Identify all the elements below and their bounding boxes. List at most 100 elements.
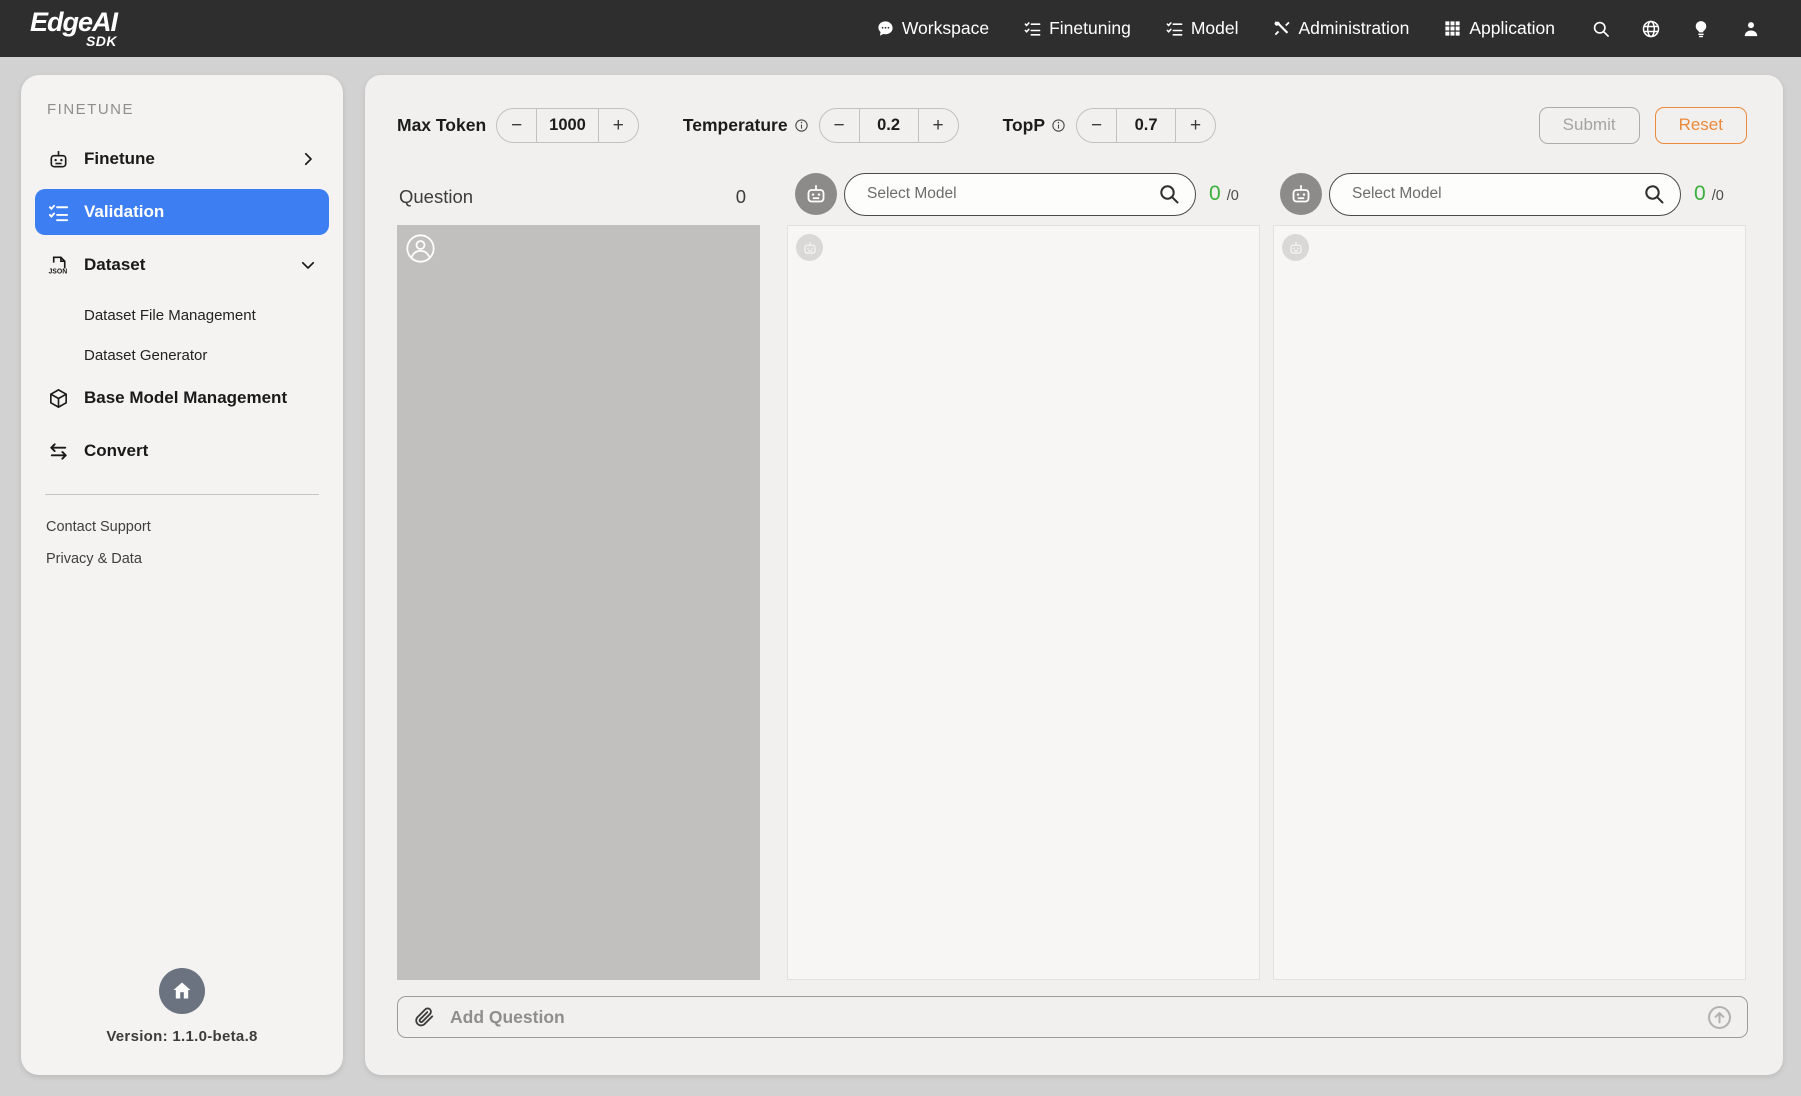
nav-icon-buttons (1591, 19, 1761, 39)
json-file-icon: JSON (47, 254, 70, 277)
temperature-value[interactable]: 0.2 (859, 109, 919, 142)
submit-button[interactable]: Submit (1539, 107, 1640, 144)
temperature-decrement-button[interactable]: − (820, 109, 859, 142)
add-question-bar[interactable]: Add Question (397, 996, 1748, 1038)
topp-label: TopP (1003, 115, 1045, 136)
question-count: 0 (736, 186, 746, 208)
topp-info-icon[interactable] (1051, 118, 1066, 133)
model-selector-group-1: 0 /0 (795, 172, 1239, 216)
sidebar-item-dataset-file-management[interactable]: Dataset File Management (35, 295, 329, 335)
chat-bubble-icon (876, 19, 895, 38)
chevron-right-icon (299, 150, 317, 168)
robot-icon (1289, 182, 1313, 206)
score-value: 0 (1209, 182, 1221, 206)
score-total: /0 (1712, 188, 1724, 204)
sidebar-item-dataset-generator[interactable]: Dataset Generator (35, 335, 329, 375)
nav-item-label: Finetuning (1049, 18, 1131, 39)
robot-icon (804, 182, 828, 206)
globe-icon[interactable] (1641, 19, 1661, 39)
user-icon[interactable] (1741, 19, 1761, 39)
reset-button[interactable]: Reset (1655, 107, 1747, 144)
nav-item-administration[interactable]: Administration (1272, 18, 1409, 39)
generation-controls-row: Max Token − 1000 + Temperature − 0.2 + T… (397, 105, 1747, 145)
topp-value[interactable]: 0.7 (1116, 109, 1176, 142)
model-select-input-1[interactable] (844, 173, 1196, 216)
model-search-field-2[interactable] (1352, 185, 1642, 203)
model-selector-group-2: 0 /0 (1280, 172, 1724, 216)
question-header-label: Question (399, 186, 473, 208)
swap-arrows-icon (47, 440, 70, 463)
model-answer-panel-1[interactable] (787, 225, 1260, 980)
app-logo[interactable]: EdgeAI SDK (30, 9, 117, 48)
nav-item-finetuning[interactable]: Finetuning (1023, 18, 1131, 39)
topp-decrement-button[interactable]: − (1077, 109, 1116, 142)
nav-item-label: Administration (1298, 18, 1409, 39)
checklist-icon (1023, 19, 1042, 38)
version-text: Version: 1.1.0-beta.8 (21, 1028, 343, 1045)
temperature-increment-button[interactable]: + (919, 109, 958, 142)
max-token-increment-button[interactable]: + (599, 109, 638, 142)
nav-item-label: Model (1191, 18, 1239, 39)
sidebar-item-validation[interactable]: Validation (35, 189, 329, 235)
robot-icon (796, 234, 823, 261)
sidebar-item-finetune[interactable]: Finetune (35, 136, 329, 182)
contact-support-link[interactable]: Contact Support (35, 511, 329, 543)
temperature-info-icon[interactable] (794, 118, 809, 133)
home-icon (170, 979, 194, 1003)
temperature-label: Temperature (683, 115, 788, 136)
model-robot-button-2[interactable] (1280, 173, 1322, 215)
chevron-down-icon (299, 256, 317, 274)
robot-icon (47, 148, 70, 171)
grid-icon (1443, 19, 1462, 38)
question-column-header: Question 0 (397, 175, 760, 219)
sidebar-item-dataset[interactable]: JSON Dataset (35, 242, 329, 288)
max-token-stepper: − 1000 + (496, 108, 639, 143)
robot-icon (1282, 234, 1309, 261)
max-token-value[interactable]: 1000 (536, 109, 599, 142)
send-arrow-up-icon[interactable] (1706, 1004, 1733, 1031)
model-score-2: 0 /0 (1694, 182, 1724, 206)
tools-icon (1272, 19, 1291, 38)
nav-item-application[interactable]: Application (1443, 18, 1555, 39)
search-icon[interactable] (1157, 182, 1181, 206)
lightbulb-icon[interactable] (1691, 19, 1711, 39)
sidebar-footer: Version: 1.1.0-beta.8 (21, 968, 343, 1045)
nav-menu: Workspace Finetuning Model Administratio… (876, 18, 1555, 39)
sidebar-item-label: Base Model Management (84, 388, 287, 408)
logo-text-edgeai: EdgeAI (30, 9, 117, 36)
validation-panel: Max Token − 1000 + Temperature − 0.2 + T… (365, 75, 1783, 1075)
max-token-label: Max Token (397, 115, 486, 136)
cube-icon (47, 387, 70, 410)
topp-increment-button[interactable]: + (1176, 109, 1215, 142)
sidebar-divider (45, 494, 319, 495)
sidebar: FINETUNE Finetune Validation JSON Datase… (21, 75, 343, 1075)
max-token-decrement-button[interactable]: − (497, 109, 536, 142)
checklist-icon (1165, 19, 1184, 38)
add-question-label: Add Question (450, 1007, 565, 1028)
sidebar-item-convert[interactable]: Convert (35, 428, 329, 474)
nav-item-model[interactable]: Model (1165, 18, 1239, 39)
sidebar-item-label: Dataset (84, 255, 145, 275)
question-list-panel[interactable] (397, 225, 760, 980)
home-button[interactable] (159, 968, 205, 1014)
model-score-1: 0 /0 (1209, 182, 1239, 206)
model-robot-button-1[interactable] (795, 173, 837, 215)
user-avatar-icon (405, 233, 436, 264)
model-search-field-1[interactable] (867, 185, 1157, 203)
paperclip-icon[interactable] (413, 1006, 435, 1028)
model-answer-panel-2[interactable] (1273, 225, 1746, 980)
nav-item-label: Application (1469, 18, 1555, 39)
temperature-stepper: − 0.2 + (819, 108, 959, 143)
topp-stepper: − 0.7 + (1076, 108, 1216, 143)
privacy-data-link[interactable]: Privacy & Data (35, 543, 329, 575)
sidebar-item-base-model-management[interactable]: Base Model Management (35, 375, 329, 421)
sidebar-item-label: Finetune (84, 149, 155, 169)
search-icon[interactable] (1591, 19, 1611, 39)
checklist-icon (47, 201, 70, 224)
score-value: 0 (1694, 182, 1706, 206)
score-total: /0 (1227, 188, 1239, 204)
nav-item-workspace[interactable]: Workspace (876, 18, 989, 39)
model-select-input-2[interactable] (1329, 173, 1681, 216)
nav-item-label: Workspace (902, 18, 989, 39)
search-icon[interactable] (1642, 182, 1666, 206)
